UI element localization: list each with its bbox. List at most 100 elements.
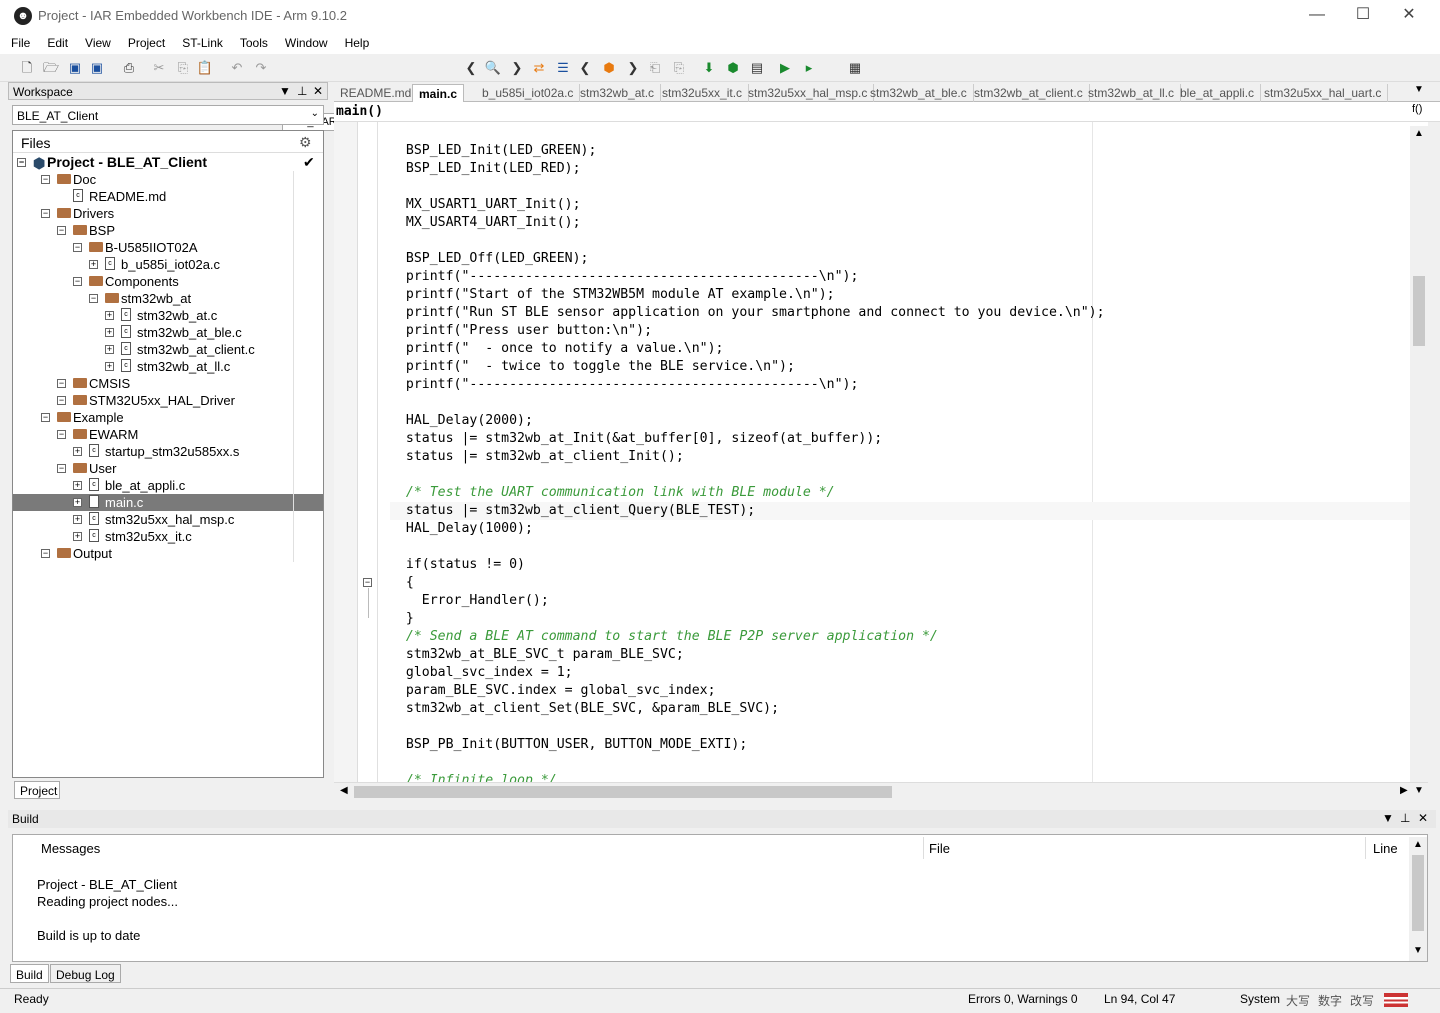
- fold-icon[interactable]: −: [363, 578, 372, 587]
- tree-item[interactable]: + c ble_at_appli.c: [13, 477, 323, 494]
- expand-icon[interactable]: +: [73, 481, 82, 490]
- collapse-icon[interactable]: −: [89, 294, 98, 303]
- tree-item[interactable]: − CMSIS: [13, 375, 323, 392]
- minimize-button[interactable]: —: [1294, 0, 1340, 32]
- debug-icon[interactable]: ⬢: [724, 59, 742, 77]
- dropdown-icon[interactable]: ▼: [279, 84, 291, 98]
- tab-build[interactable]: Build: [10, 964, 49, 983]
- cut-icon[interactable]: ✂: [150, 59, 168, 77]
- scroll-down-icon[interactable]: ▼: [1413, 945, 1423, 956]
- scroll-right-icon[interactable]: ▶: [1400, 785, 1408, 796]
- fold-gutter[interactable]: −: [358, 122, 378, 782]
- menu-help[interactable]: Help: [339, 32, 376, 50]
- project-root[interactable]: − ⬢ Project - BLE_AT_Client ✔: [13, 154, 323, 171]
- collapse-icon[interactable]: −: [57, 379, 66, 388]
- dropdown-icon[interactable]: ▼: [1382, 811, 1394, 825]
- menu-project[interactable]: Project: [122, 32, 171, 50]
- collapse-icon[interactable]: −: [57, 396, 66, 405]
- editor-tab[interactable]: stm32u5xx_hal_msp.c: [742, 84, 875, 102]
- tree-item[interactable]: + c main.c: [13, 494, 323, 511]
- tab-list-icon[interactable]: ▼: [1414, 84, 1424, 95]
- maximize-button[interactable]: ☐: [1340, 0, 1386, 32]
- tree-item[interactable]: + c stm32wb_at_client.c: [13, 341, 323, 358]
- breakpoint-icon[interactable]: ⬢: [600, 59, 618, 77]
- tree-item[interactable]: − Example: [13, 409, 323, 426]
- column-line[interactable]: Line: [1373, 841, 1398, 856]
- editor-tab[interactable]: stm32wb_at_client.c: [968, 84, 1090, 102]
- editor-tab[interactable]: stm32wb_at.c: [574, 84, 662, 102]
- new-file-icon[interactable]: 🗋: [18, 59, 36, 77]
- collapse-icon[interactable]: −: [41, 209, 50, 218]
- tree-item[interactable]: − Output: [13, 545, 323, 562]
- expand-icon[interactable]: +: [105, 345, 114, 354]
- editor-tab[interactable]: b_u585i_iot02a.c: [476, 84, 581, 102]
- close-button[interactable]: ✕: [1386, 0, 1432, 32]
- editor-vertical-scrollbar[interactable]: ▲ ▼: [1410, 126, 1428, 797]
- forward-icon[interactable]: ❯: [624, 59, 642, 77]
- editor-tab[interactable]: stm32u5xx_hal_uart.c: [1258, 84, 1389, 102]
- search-icon[interactable]: 🔍: [484, 59, 502, 77]
- editor-horizontal-scrollbar[interactable]: ◀ ▶ ▼: [334, 782, 1428, 800]
- chevron-right-icon[interactable]: ❯: [508, 59, 526, 77]
- make-icon[interactable]: ⎘: [670, 59, 688, 77]
- menu-view[interactable]: View: [79, 32, 117, 50]
- collapse-icon[interactable]: −: [41, 413, 50, 422]
- editor-tab[interactable]: ble_at_appli.c: [1174, 84, 1262, 102]
- editor-tab[interactable]: stm32u5xx_it.c: [656, 84, 750, 102]
- collapse-icon[interactable]: −: [41, 549, 50, 558]
- collapse-icon[interactable]: −: [17, 158, 26, 167]
- function-list-icon[interactable]: f(): [1412, 103, 1422, 115]
- menu-st-link[interactable]: ST-Link: [176, 32, 229, 50]
- tree-item[interactable]: − B-U585IIOT02A: [13, 239, 323, 256]
- back-icon[interactable]: ❮: [576, 59, 594, 77]
- expand-icon[interactable]: +: [105, 362, 114, 371]
- code-editor[interactable]: − BSP_LED_Init(LED_GREEN); BSP_LED_Init(…: [334, 122, 1428, 782]
- pin-icon[interactable]: ⊥: [1400, 811, 1410, 825]
- scroll-down-icon[interactable]: ▼: [1414, 785, 1424, 796]
- window-layout-icon[interactable]: ▦: [846, 59, 864, 77]
- editor-tab[interactable]: README.md: [334, 84, 419, 102]
- compile-icon[interactable]: ⎗: [646, 59, 664, 77]
- collapse-icon[interactable]: −: [73, 277, 82, 286]
- expand-icon[interactable]: +: [73, 515, 82, 524]
- scroll-up-icon[interactable]: ▲: [1414, 128, 1424, 139]
- menu-file[interactable]: File: [5, 32, 36, 50]
- collapse-icon[interactable]: −: [57, 430, 66, 439]
- column-file[interactable]: File: [929, 841, 950, 856]
- expand-icon[interactable]: +: [105, 328, 114, 337]
- run-icon[interactable]: ▸: [800, 59, 818, 77]
- open-file-icon[interactable]: 🗁: [42, 59, 60, 77]
- next-bookmark-icon[interactable]: ☰: [554, 59, 572, 77]
- tree-item[interactable]: − User: [13, 460, 323, 477]
- go-icon[interactable]: ▶: [776, 59, 794, 77]
- tree-item[interactable]: − Drivers: [13, 205, 323, 222]
- tree-item[interactable]: − Components: [13, 273, 323, 290]
- menu-tools[interactable]: Tools: [234, 32, 274, 50]
- redo-icon[interactable]: ↷: [252, 59, 270, 77]
- editor-tab[interactable]: stm32wb_at_ll.c: [1082, 84, 1182, 102]
- workspace-tab-project[interactable]: Project: [14, 781, 60, 799]
- toggle-bookmark-icon[interactable]: ⇄: [530, 59, 548, 77]
- tree-item[interactable]: − EWARM: [13, 426, 323, 443]
- breakpoint-gutter[interactable]: [334, 122, 358, 782]
- expand-icon[interactable]: +: [73, 447, 82, 456]
- editor-tab[interactable]: stm32wb_at_ble.c: [864, 84, 974, 102]
- tree-item[interactable]: − BSP: [13, 222, 323, 239]
- scroll-thumb[interactable]: [1412, 855, 1424, 931]
- collapse-icon[interactable]: −: [57, 464, 66, 473]
- collapse-icon[interactable]: −: [41, 175, 50, 184]
- scroll-thumb[interactable]: [1413, 276, 1425, 346]
- tree-item[interactable]: +cREADME.md: [13, 188, 323, 205]
- build-scrollbar[interactable]: ▲ ▼: [1409, 837, 1427, 961]
- stop-build-icon[interactable]: ▤: [748, 59, 766, 77]
- undo-icon[interactable]: ↶: [228, 59, 246, 77]
- chevron-left-icon[interactable]: ❮: [462, 59, 480, 77]
- close-icon[interactable]: ✕: [1418, 811, 1428, 825]
- scroll-up-icon[interactable]: ▲: [1413, 839, 1423, 850]
- editor-tab[interactable]: main.c: [412, 84, 465, 102]
- expand-icon[interactable]: +: [89, 260, 98, 269]
- hscroll-thumb[interactable]: [354, 786, 892, 798]
- tree-item[interactable]: + c startup_stm32u585xx.s: [13, 443, 323, 460]
- close-icon[interactable]: ✕: [313, 84, 323, 98]
- tree-item[interactable]: + c stm32u5xx_it.c: [13, 528, 323, 545]
